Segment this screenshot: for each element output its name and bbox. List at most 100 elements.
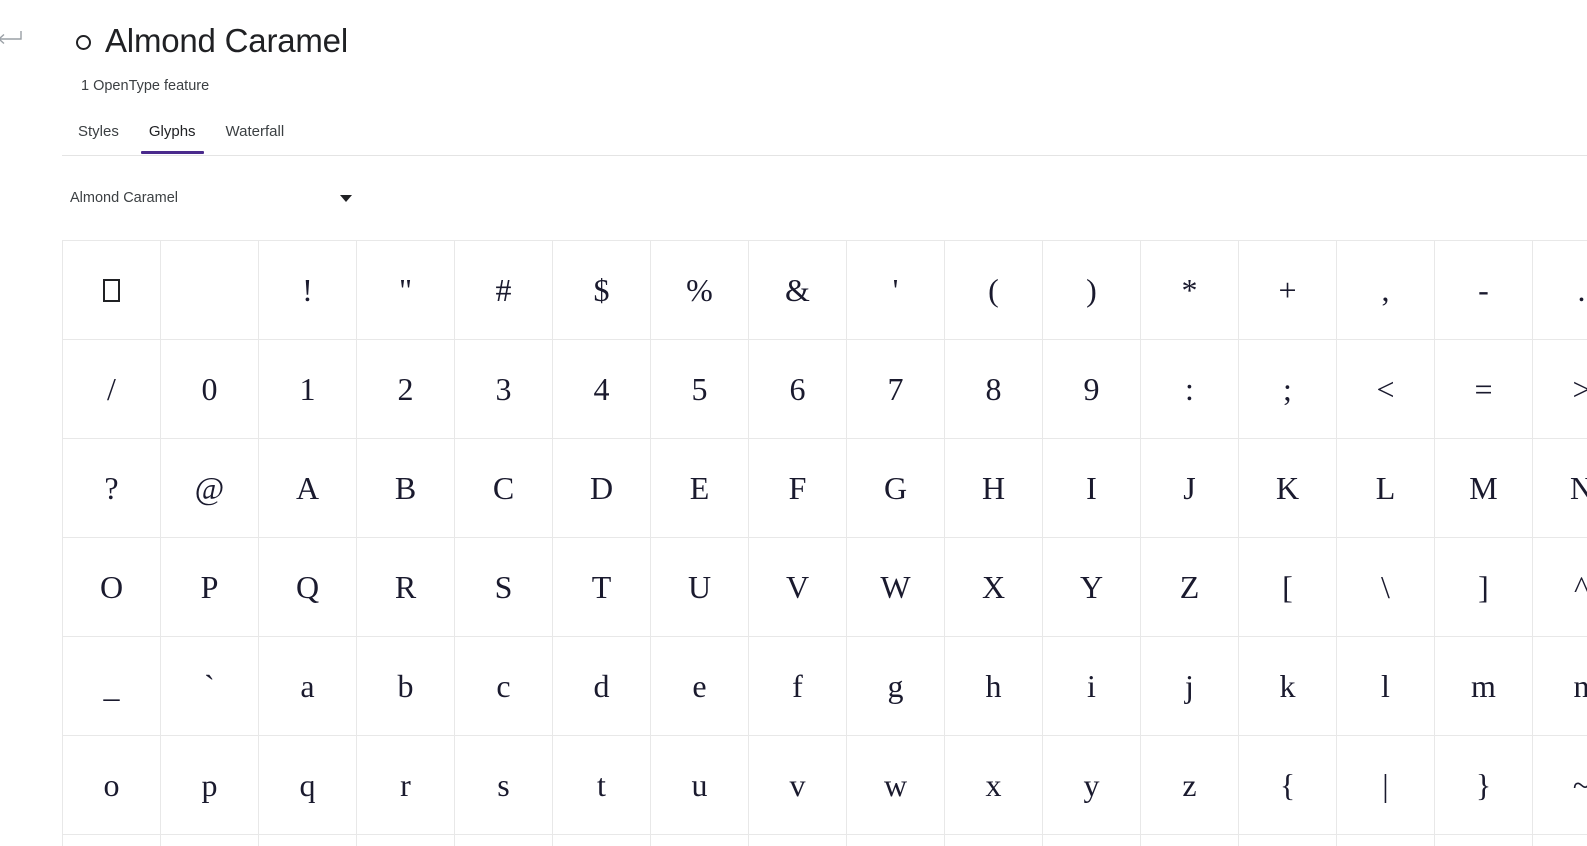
glyph-cell[interactable]: @ — [161, 439, 259, 538]
glyph-cell[interactable]: G — [847, 439, 945, 538]
glyph-cell[interactable]: h — [945, 637, 1043, 736]
glyph-cell[interactable]: § — [749, 835, 847, 846]
glyph-cell[interactable]: ¬ — [1239, 835, 1337, 846]
glyph-cell[interactable]: D — [553, 439, 651, 538]
glyph-cell[interactable]: q — [259, 736, 357, 835]
glyph-cell[interactable]: Z — [1141, 538, 1239, 637]
glyph-cell[interactable]: ­ — [1337, 835, 1435, 846]
glyph-cell[interactable]: 8 — [945, 340, 1043, 439]
font-family-select[interactable]: Almond Caramel — [70, 185, 360, 211]
tab-styles[interactable]: Styles — [70, 122, 127, 142]
glyph-cell[interactable]: ; — [1239, 340, 1337, 439]
glyph-cell[interactable]: A — [259, 439, 357, 538]
glyph-cell[interactable]: r — [357, 736, 455, 835]
glyph-cell[interactable]: o — [63, 736, 161, 835]
tab-waterfall[interactable]: Waterfall — [218, 122, 293, 142]
glyph-cell[interactable]: O — [63, 538, 161, 637]
glyph-cell[interactable]: ¢ — [259, 835, 357, 846]
glyph-cell[interactable]: P — [161, 538, 259, 637]
glyph-cell[interactable]: _ — [63, 637, 161, 736]
glyph-cell[interactable]: ` — [161, 637, 259, 736]
glyph-cell[interactable]: j — [1141, 637, 1239, 736]
glyph-cell[interactable]: ~ — [1533, 736, 1587, 835]
glyph-cell[interactable]: 3 — [455, 340, 553, 439]
glyph-cell[interactable]: S — [455, 538, 553, 637]
glyph-cell[interactable]: , — [1337, 241, 1435, 340]
glyph-cell[interactable]: w — [847, 736, 945, 835]
glyph-cell[interactable]: y — [1043, 736, 1141, 835]
glyph-cell[interactable]: ¯ — [1533, 835, 1587, 846]
glyph-cell[interactable]: Y — [1043, 538, 1141, 637]
glyph-cell[interactable]: V — [749, 538, 847, 637]
glyph-cell[interactable]: K — [1239, 439, 1337, 538]
glyph-cell[interactable]: 1 — [259, 340, 357, 439]
glyph-cell[interactable]: $ — [553, 241, 651, 340]
glyph-cell[interactable]: : — [1141, 340, 1239, 439]
glyph-cell[interactable]: Q — [259, 538, 357, 637]
glyph-cell[interactable]: * — [1141, 241, 1239, 340]
glyph-cell[interactable]: W — [847, 538, 945, 637]
glyph-cell[interactable]: < — [1337, 340, 1435, 439]
glyph-cell[interactable]: x — [945, 736, 1043, 835]
glyph-cell[interactable]: ( — [945, 241, 1043, 340]
glyph-cell[interactable]: ] — [1435, 538, 1533, 637]
glyph-cell[interactable]: 9 — [1043, 340, 1141, 439]
glyph-cell[interactable]: ) — [1043, 241, 1141, 340]
glyph-cell[interactable]: I — [1043, 439, 1141, 538]
glyph-cell[interactable]: i — [1043, 637, 1141, 736]
glyph-cell[interactable]: d — [553, 637, 651, 736]
glyph-cell-notdef[interactable] — [63, 241, 161, 340]
glyph-cell[interactable]: u — [651, 736, 749, 835]
glyph-cell[interactable]: n — [1533, 637, 1587, 736]
glyph-cell[interactable]: a — [259, 637, 357, 736]
glyph-cell[interactable]: = — [1435, 340, 1533, 439]
glyph-cell[interactable]: R — [357, 538, 455, 637]
glyph-cell[interactable]: f — [749, 637, 847, 736]
glyph-cell[interactable]: ¡ — [161, 835, 259, 846]
glyph-cell[interactable]: « — [1141, 835, 1239, 846]
glyph-cell[interactable]: 4 — [553, 340, 651, 439]
glyph-cell[interactable]: 6 — [749, 340, 847, 439]
glyph-cell[interactable]: k — [1239, 637, 1337, 736]
glyph-cell[interactable]: N — [1533, 439, 1587, 538]
glyph-cell[interactable]: M — [1435, 439, 1533, 538]
glyph-cell[interactable]: b — [357, 637, 455, 736]
glyph-cell[interactable]: l — [1337, 637, 1435, 736]
glyph-cell[interactable]: v — [749, 736, 847, 835]
glyph-cell[interactable]: X — [945, 538, 1043, 637]
glyph-cell[interactable]: 0 — [161, 340, 259, 439]
glyph-cell[interactable]: H — [945, 439, 1043, 538]
glyph-cell[interactable]: - — [1435, 241, 1533, 340]
back-button[interactable] — [0, 26, 26, 50]
glyph-cell[interactable]: + — [1239, 241, 1337, 340]
glyph-cell[interactable]: m — [1435, 637, 1533, 736]
glyph-cell[interactable]: £ — [357, 835, 455, 846]
glyph-cell[interactable]: z — [1141, 736, 1239, 835]
glyph-cell[interactable]: ^ — [1533, 538, 1587, 637]
glyph-cell[interactable]: s — [455, 736, 553, 835]
glyph-cell[interactable]: . — [1533, 241, 1587, 340]
glyph-cell[interactable]: 5 — [651, 340, 749, 439]
glyph-cell[interactable]: t — [553, 736, 651, 835]
glyph-cell[interactable]: g — [847, 637, 945, 736]
glyph-cell[interactable]: J — [1141, 439, 1239, 538]
glyph-cell[interactable]: c — [455, 637, 553, 736]
glyph-cell[interactable]: " — [357, 241, 455, 340]
tab-glyphs[interactable]: Glyphs — [140, 122, 204, 154]
glyph-cell[interactable]: p — [161, 736, 259, 835]
glyph-cell[interactable]: / — [63, 340, 161, 439]
glyph-cell[interactable]: E — [651, 439, 749, 538]
glyph-cell[interactable]: & — [749, 241, 847, 340]
glyph-cell[interactable]: } — [1435, 736, 1533, 835]
glyph-cell[interactable]: 2 — [357, 340, 455, 439]
glyph-cell[interactable]: ' — [847, 241, 945, 340]
glyph-cell[interactable]: B — [357, 439, 455, 538]
glyph-cell[interactable]: e — [651, 637, 749, 736]
glyph-cell[interactable] — [161, 241, 259, 340]
glyph-cell[interactable]: % — [651, 241, 749, 340]
glyph-cell[interactable]: [ — [1239, 538, 1337, 637]
glyph-cell[interactable]: T — [553, 538, 651, 637]
glyph-cell[interactable]: # — [455, 241, 553, 340]
glyph-cell[interactable]: ¨ — [847, 835, 945, 846]
glyph-cell[interactable]: F — [749, 439, 847, 538]
